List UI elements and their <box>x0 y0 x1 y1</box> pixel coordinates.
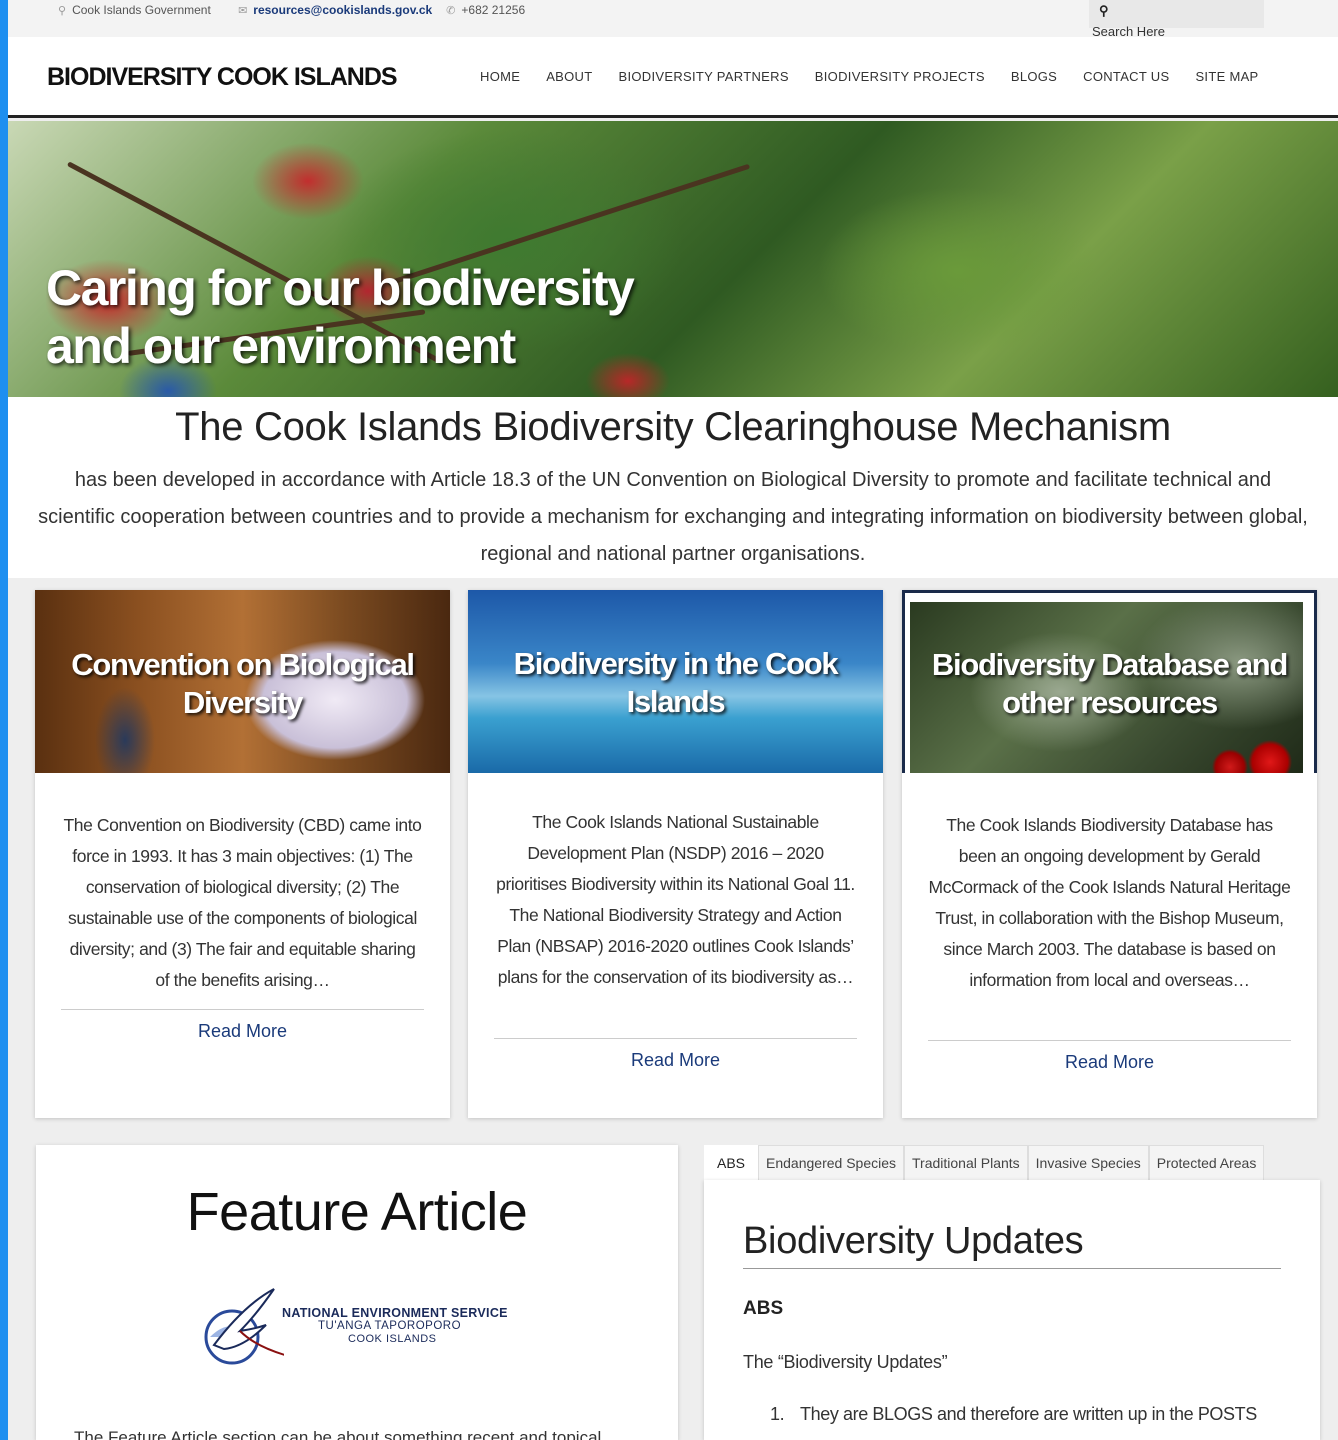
biodiversity-updates-panel: Biodiversity Updates ABS The “Biodiversi… <box>704 1180 1320 1440</box>
feature-title: Feature Article <box>186 1182 528 1242</box>
feature-excerpt: The Feature Article section can be about… <box>74 1428 602 1440</box>
government-label: Cook Islands Government <box>72 3 211 17</box>
search-input[interactable] <box>1092 24 1252 38</box>
logo-line-2: TU'ANGA TAPOROPORO <box>318 1320 462 1332</box>
phone-icon: ✆ <box>446 4 456 17</box>
hero-title: Caring for our biodiversity and our envi… <box>46 260 635 374</box>
card-body: The Cook Islands Biodiversity Database h… <box>928 815 1291 990</box>
card-divider <box>928 1040 1291 1041</box>
intro-section: The Cook Islands Biodiversity Clearingho… <box>8 397 1338 578</box>
contact-info: ⚲ Cook Islands Government ✉ resources@co… <box>58 3 525 17</box>
nav-home[interactable]: HOME <box>480 69 520 84</box>
nav-blogs[interactable]: BLOGS <box>1011 69 1057 84</box>
site-header: BIODIVERSITY COOK ISLANDS HOME ABOUT BIO… <box>8 37 1338 118</box>
left-accent-strip <box>0 0 8 1440</box>
card-biodiversity-database: Biodiversity Database and other resource… <box>902 590 1317 1118</box>
card-image-conference[interactable]: Convention on Biological Diversity <box>35 590 450 773</box>
intro-heading: The Cook Islands Biodiversity Clearingho… <box>175 405 1171 449</box>
feature-article: Feature Article NATIONAL ENVIRONMENT SER… <box>36 1145 678 1440</box>
read-more-link[interactable]: Read More <box>902 1052 1317 1073</box>
nav-site-map[interactable]: SITE MAP <box>1195 69 1258 84</box>
card-convention: Convention on Biological Diversity The C… <box>35 590 450 1118</box>
card-title[interactable]: Biodiversity Database and other resource… <box>902 646 1317 722</box>
tab-invasive-species[interactable]: Invasive Species <box>1027 1145 1149 1180</box>
logo-line-3: COOK ISLANDS <box>348 1333 437 1345</box>
card-biodiversity-cook-islands: Biodiversity in the Cook Islands The Coo… <box>468 590 883 1118</box>
nav-about[interactable]: ABOUT <box>546 69 592 84</box>
hero-banner: Caring for our biodiversity and our envi… <box>8 121 1338 397</box>
nav-biodiversity-partners[interactable]: BIODIVERSITY PARTNERS <box>619 69 789 84</box>
card-divider <box>61 1009 424 1010</box>
tab-endangered-species[interactable]: Endangered Species <box>758 1145 905 1180</box>
tab-abs[interactable]: ABS <box>704 1145 759 1180</box>
logo-line-1: NATIONAL ENVIRONMENT SERVICE <box>282 1306 508 1320</box>
card-body: The Cook Islands National Sustainable De… <box>496 812 855 987</box>
envelope-icon: ✉ <box>238 4 248 17</box>
updates-tabs: ABS Endangered Species Traditional Plant… <box>704 1145 1265 1180</box>
list-item-number: 1. <box>770 1404 785 1424</box>
email-link[interactable]: resources@cookislands.gov.ck <box>253 3 432 17</box>
updates-divider <box>743 1268 1281 1269</box>
map-pin-icon: ⚲ <box>58 4 67 17</box>
bird-icon <box>204 1288 284 1365</box>
nes-logo: NATIONAL ENVIRONMENT SERVICE TU'ANGA TAP… <box>204 1285 514 1385</box>
intro-text: has been developed in accordance with Ar… <box>38 469 1308 565</box>
card-title[interactable]: Convention on Biological Diversity <box>35 646 450 722</box>
card-body: The Convention on Biodiversity (CBD) cam… <box>63 815 422 990</box>
list-item: 1. They are BLOGS and therefore are writt… <box>770 1404 1257 1425</box>
updates-subtitle: ABS <box>743 1298 784 1319</box>
nav-biodiversity-projects[interactable]: BIODIVERSITY PROJECTS <box>815 69 985 84</box>
site-brand[interactable]: BIODIVERSITY COOK ISLANDS <box>47 63 398 92</box>
search-icon[interactable]: ⚲ <box>1099 3 1109 19</box>
list-item-text: They are BLOGS and therefore are written… <box>800 1404 1257 1424</box>
updates-lead: The “Biodiversity Updates” <box>743 1352 948 1372</box>
main-nav: HOME ABOUT BIODIVERSITY PARTNERS BIODIVE… <box>480 69 1285 84</box>
tab-traditional-plants[interactable]: Traditional Plants <box>904 1145 1028 1180</box>
phone-number: +682 21256 <box>461 3 526 17</box>
read-more-link[interactable]: Read More <box>468 1050 883 1071</box>
card-image-ocean[interactable]: Biodiversity in the Cook Islands <box>468 590 883 773</box>
card-divider <box>494 1038 857 1039</box>
nav-contact-us[interactable]: CONTACT US <box>1083 69 1169 84</box>
tab-protected-areas[interactable]: Protected Areas <box>1148 1145 1265 1180</box>
read-more-link[interactable]: Read More <box>35 1021 450 1042</box>
updates-title: Biodiversity Updates <box>743 1220 1084 1262</box>
card-title[interactable]: Biodiversity in the Cook Islands <box>468 645 883 721</box>
